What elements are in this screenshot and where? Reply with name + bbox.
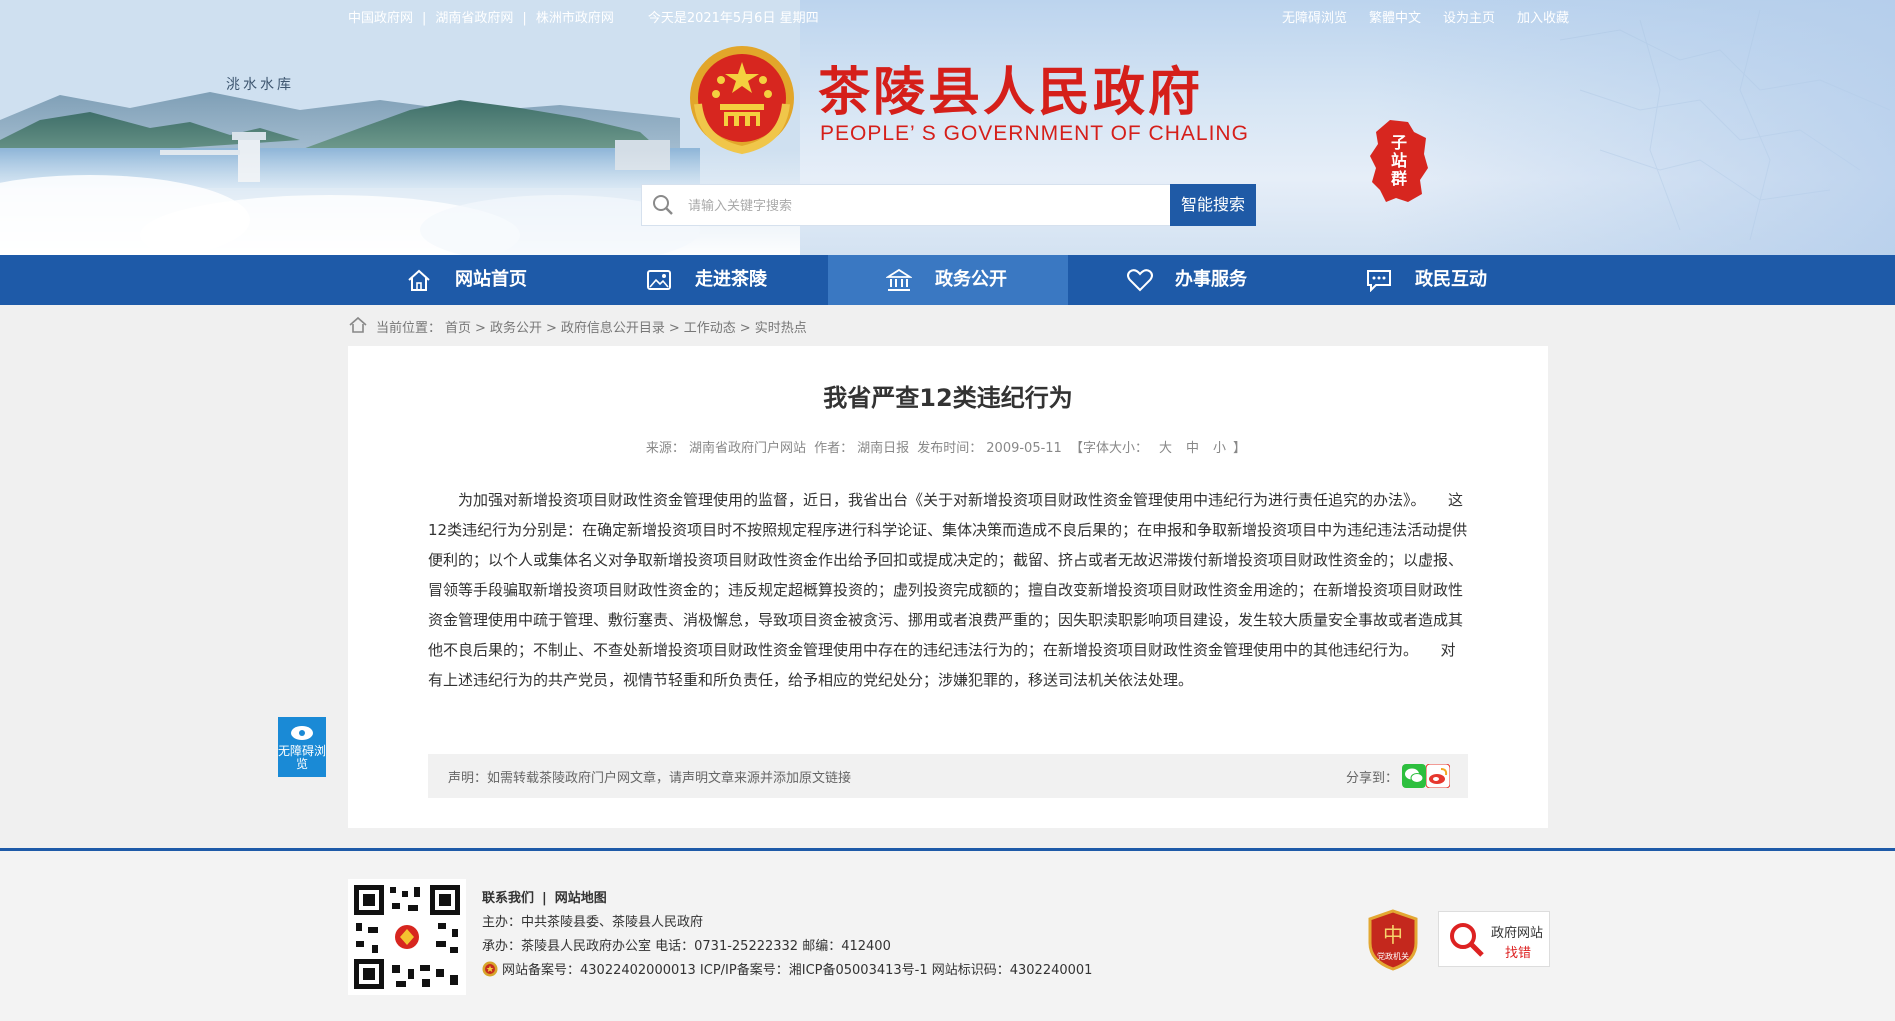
picture-icon — [647, 270, 671, 290]
search-input[interactable] — [686, 191, 1110, 221]
nav-item-about-chaling[interactable]: 走进茶陵 — [588, 255, 828, 305]
national-emblem-icon — [690, 46, 794, 155]
party-gov-badge-icon[interactable]: 中 党政机关 — [1366, 909, 1420, 971]
heart-icon — [1127, 269, 1153, 292]
weibo-share-icon[interactable] — [1426, 764, 1450, 788]
accessibility-float-label: 无障碍浏览 — [278, 744, 327, 771]
lake-caption: 洮水水库 — [226, 77, 294, 93]
link-add-favorite[interactable]: 加入收藏 — [1517, 7, 1569, 26]
font-size-large[interactable]: 大 — [1159, 441, 1172, 456]
font-size-medium[interactable]: 中 — [1186, 441, 1199, 456]
search-icon — [653, 195, 673, 215]
eye-icon — [291, 726, 313, 740]
nav-item-services[interactable]: 办事服务 — [1068, 255, 1308, 305]
link-traditional-chinese[interactable]: 繁體中文 — [1369, 7, 1421, 26]
magnifier-icon — [1450, 923, 1484, 957]
svg-text:中: 中 — [1383, 923, 1403, 947]
article-source: 湖南省政府门户网站 — [688, 441, 806, 456]
wechat-share-icon[interactable] — [1402, 764, 1426, 788]
link-accessible-browse[interactable]: 无障碍浏览 — [1282, 7, 1347, 26]
font-size-small[interactable]: 小 — [1213, 441, 1226, 456]
reprint-statement: 声明：如需转载茶陵政府门户网文章，请声明文章来源并添加原文链接 — [448, 771, 852, 786]
link-hunan-gov[interactable]: 湖南省政府网 — [435, 7, 513, 26]
nav-item-home[interactable]: 网站首页 — [348, 255, 588, 305]
article-card: 我省严查12类违纪行为 来源： 湖南省政府门户网站 作者： 湖南日报 发布时间： 20… — [348, 346, 1548, 828]
link-zhuzhou-gov[interactable]: 株洲市政府网 — [536, 7, 614, 26]
article-footer-bar: 声明：如需转载茶陵政府门户网文章，请声明文章来源并添加原文链接 分享到： — [428, 754, 1468, 798]
accessibility-float-button[interactable]: 无障碍浏览 — [278, 717, 326, 777]
svg-text:党政机关: 党政机关 — [1377, 951, 1409, 961]
breadcrumb-info-catalog[interactable]: 政府信息公开目录 — [561, 321, 665, 336]
gov-site-error-report-button[interactable]: 政府网站 找错 — [1438, 911, 1550, 967]
footer-info: 联系我们 | 网站地图 主办：中共茶陵县委、茶陵县人民政府 承办：茶陵县人民政府办公… — [482, 891, 1093, 978]
site-subtitle-english: PEOPLE’ S GOVERNMENT OF CHALING — [820, 122, 1249, 145]
site-title: 茶陵县人民政府 — [818, 62, 1204, 123]
footer-organizer: 承办：茶陵县人民政府办公室 电话：0731-25222332 邮编：412400 — [482, 939, 891, 954]
article-paragraph: 为加强对新增投资项目财政性资金管理使用的监督，近日，我省出台《关于对新增投资项目… — [428, 491, 1468, 689]
article-body: 为加强对新增投资项目财政性资金管理使用的监督，近日，我省出台《关于对新增投资项目… — [428, 485, 1470, 695]
subsite-label: 子站群 — [1390, 133, 1407, 188]
nav-item-gov-affairs[interactable]: 政务公开 — [828, 255, 1068, 305]
article-title: 我省严查12类违纪行为 — [823, 384, 1073, 412]
breadcrumb-home[interactable]: 首页 — [445, 321, 471, 336]
site-footer: 联系我们 | 网站地图 主办：中共茶陵县委、茶陵县人民政府 承办：茶陵县人民政府办公… — [0, 848, 1895, 1021]
government-building-icon — [886, 268, 912, 291]
article-publish-time: 2009-05-11 — [986, 441, 1062, 456]
police-badge-icon — [482, 961, 498, 977]
breadcrumb-prefix: 当前位置： — [376, 321, 442, 336]
error-report-title: 政府网站 — [1491, 926, 1544, 941]
search-box: 智能搜索 — [641, 184, 1256, 226]
top-links-right: 无障碍浏览 繁體中文 设为主页 加入收藏 — [1260, 7, 1569, 26]
header-banner: 洮水水库 中国政府网 | 湖南省政府网 | 株洲市政府网 今天是2021年5月6日 星期四… — [0, 0, 1895, 255]
breadcrumb-work-news[interactable]: 工作动态 — [684, 321, 736, 336]
share-label: 分享到： — [1345, 771, 1398, 786]
chat-bubble-icon — [1367, 270, 1391, 292]
main-nav: 网站首页 走进茶陵 政务公开 办事服务 政民互动 — [0, 255, 1895, 305]
error-report-action: 找错 — [1505, 946, 1532, 961]
home-icon — [408, 269, 430, 291]
breadcrumb-hot-topics[interactable]: 实时热点 — [755, 321, 807, 336]
link-contact-us[interactable]: 联系我们 — [482, 891, 534, 906]
subsite-group-button[interactable]: 子站群 — [1368, 118, 1430, 204]
article-author: 湖南日报 — [857, 441, 910, 456]
article-meta: 来源： 湖南省政府门户网站 作者： 湖南日报 发布时间： 2009-05-11 【字体… — [645, 441, 1247, 456]
home-icon — [349, 316, 367, 333]
nav-item-interaction[interactable]: 政民互动 — [1308, 255, 1548, 305]
smart-search-button[interactable]: 智能搜索 — [1170, 184, 1256, 226]
breadcrumb-gov-affairs[interactable]: 政务公开 — [490, 321, 542, 336]
footer-record: 网站备案号：43022402000013 ICP/IP备案号：湘ICP备0500… — [502, 963, 1093, 978]
link-site-map[interactable]: 网站地图 — [555, 891, 607, 906]
link-set-homepage[interactable]: 设为主页 — [1443, 7, 1495, 26]
current-date: 今天是2021年5月6日 星期四 — [647, 11, 819, 26]
footer-sponsor: 主办：中共茶陵县委、茶陵县人民政府 — [482, 915, 704, 930]
qr-code-image — [348, 879, 466, 995]
top-links-left: 中国政府网 | 湖南省政府网 | 株洲市政府网 今天是2021年5月6日 星期四 — [348, 7, 819, 26]
link-china-gov[interactable]: 中国政府网 — [348, 7, 413, 26]
